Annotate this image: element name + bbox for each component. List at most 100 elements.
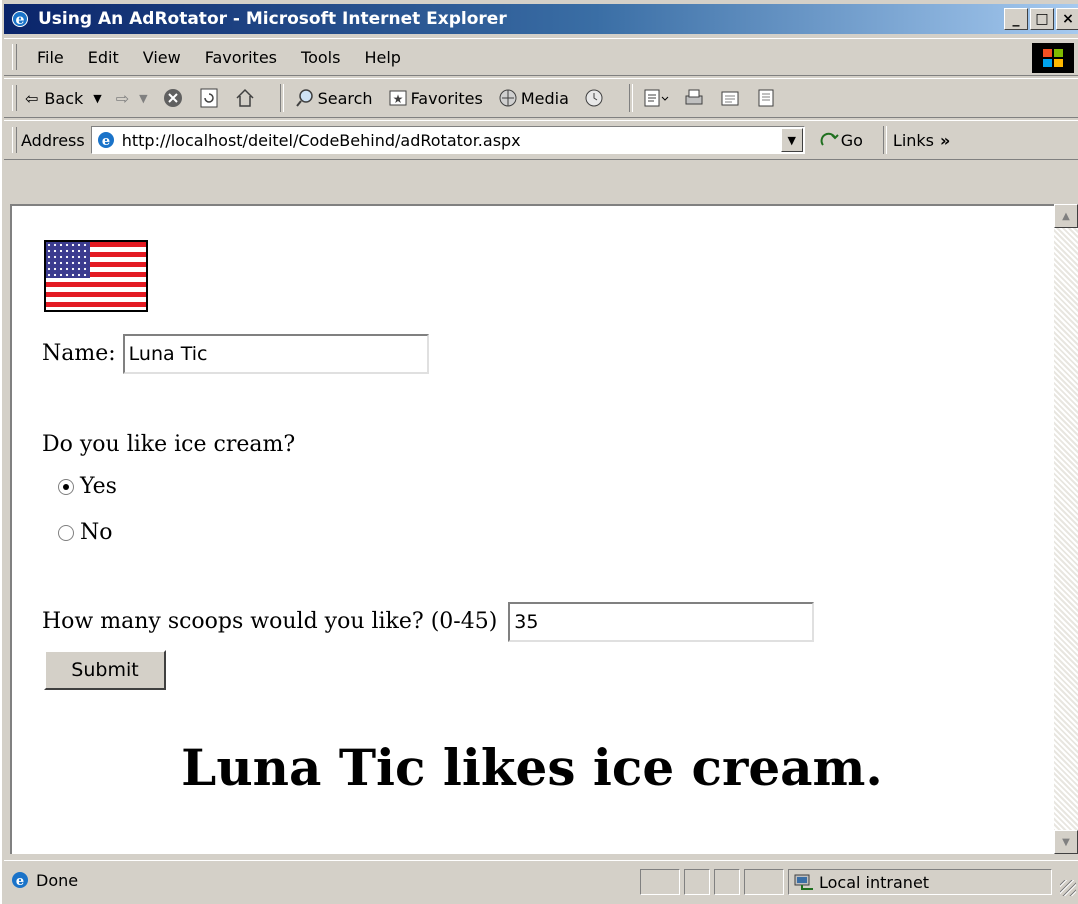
stop-button[interactable] (162, 87, 184, 109)
menu-file[interactable]: File (25, 48, 76, 67)
menu-favorites[interactable]: Favorites (193, 48, 289, 67)
minimize-button[interactable]: _ (1004, 8, 1028, 30)
print-button[interactable] (683, 87, 705, 109)
back-button[interactable]: ⇦ Back ▼ (25, 89, 102, 108)
flag-canton (46, 242, 90, 278)
media-label: Media (520, 88, 569, 108)
address-url: http://localhost/deitel/CodeBehind/adRot… (121, 130, 521, 150)
edit-icon (721, 91, 739, 106)
menu-tools[interactable]: Tools (289, 48, 352, 67)
status-pane (684, 869, 710, 895)
favorites-label: Favorites (410, 88, 483, 108)
menu-edit[interactable]: Edit (76, 48, 131, 67)
stop-icon (163, 89, 182, 107)
address-input[interactable]: e http://localhost/deitel/CodeBehind/adR… (90, 126, 805, 154)
vertical-scrollbar[interactable]: ▲ ▼ (1054, 204, 1078, 854)
favorites-icon: ★ (389, 90, 407, 106)
name-label: Name: (42, 341, 116, 366)
zone-pane: Local intranet (788, 869, 1052, 895)
discuss-icon (758, 89, 774, 107)
result-message: Luna Tic likes ice cream. (181, 738, 883, 797)
radio-yes[interactable] (58, 479, 74, 495)
discuss-button[interactable] (755, 87, 777, 109)
go-button[interactable]: Go (819, 130, 863, 150)
status-bar: e Done Local intranet (4, 860, 1078, 900)
us-flag-ad-image[interactable] (44, 240, 148, 312)
search-label: Search (317, 88, 373, 108)
svg-text:e: e (102, 134, 110, 149)
search-button[interactable]: Search (294, 87, 373, 109)
forward-button[interactable]: ⇨ ▼ (116, 89, 148, 108)
arrow-down-icon: ▼ (1062, 836, 1070, 848)
history-button[interactable] (583, 87, 605, 109)
page-content: Name: Do you like ice cream? Yes No How … (10, 204, 1054, 854)
question-text: Do you like ice cream? (42, 432, 296, 457)
maximize-button[interactable]: □ (1030, 8, 1054, 30)
browser-window: e Using An AdRotator - Microsoft Interne… (0, 0, 1078, 904)
address-bar: Address e http://localhost/deitel/CodeBe… (4, 120, 1078, 160)
title-bar[interactable]: e Using An AdRotator - Microsoft Interne… (4, 4, 1078, 34)
scroll-up-button[interactable]: ▲ (1054, 204, 1078, 228)
links-button[interactable]: Links (893, 131, 934, 150)
close-icon: × (1062, 11, 1074, 27)
status-text: Done (36, 870, 79, 890)
ie-logo-icon: e (12, 11, 28, 28)
name-row: Name: (42, 334, 429, 374)
back-arrow-icon: ⇦ (25, 88, 39, 108)
history-icon (585, 89, 603, 107)
menu-view[interactable]: View (131, 48, 193, 67)
radio-yes-option[interactable]: Yes (58, 474, 117, 499)
radio-no-label: No (80, 520, 113, 545)
refresh-button[interactable] (198, 87, 220, 109)
resize-grip[interactable] (1060, 880, 1076, 896)
windows-logo-icon (1032, 43, 1074, 73)
scoops-row: How many scoops would you like? (0-45) (42, 602, 815, 642)
chevron-down-icon: ▼ (787, 133, 796, 147)
media-icon (499, 89, 517, 107)
address-dropdown-button[interactable]: ▼ (780, 128, 803, 152)
content-frame (4, 196, 1078, 204)
svg-text:e: e (16, 874, 24, 889)
back-label: Back (44, 88, 84, 108)
scroll-down-button[interactable]: ▼ (1054, 830, 1078, 854)
print-icon (685, 89, 703, 105)
status-pane (640, 869, 680, 895)
status-text-area: e Done (10, 870, 78, 890)
addressbar-grip[interactable] (12, 127, 17, 153)
arrow-up-icon: ▲ (1062, 210, 1070, 222)
refresh-icon (200, 88, 218, 108)
menu-bar: File Edit View Favorites Tools Help (4, 38, 1078, 76)
zone-text: Local intranet (819, 872, 930, 892)
intranet-icon (794, 874, 813, 890)
home-button[interactable] (234, 87, 256, 109)
radio-no[interactable] (58, 525, 74, 541)
links-more-icon[interactable]: » (940, 131, 950, 150)
mail-button[interactable] (643, 87, 669, 109)
menu-help[interactable]: Help (352, 48, 412, 67)
toolbar-grip[interactable] (12, 85, 17, 111)
radio-yes-label: Yes (80, 474, 117, 499)
submit-button[interactable]: Submit (44, 650, 166, 690)
radio-no-option[interactable]: No (58, 520, 113, 545)
forward-dropdown-icon[interactable]: ▼ (139, 92, 147, 105)
go-arrow-icon (820, 132, 839, 146)
name-input[interactable] (122, 334, 429, 374)
media-button[interactable]: Media (497, 87, 569, 109)
status-pane (744, 869, 784, 895)
go-label: Go (840, 130, 863, 150)
svg-text:e: e (16, 12, 25, 28)
scoops-input[interactable] (508, 602, 815, 642)
toolbar-separator (279, 84, 284, 112)
standard-toolbar: ⇦ Back ▼ ⇨ ▼ Search ★ Favorites Media (4, 78, 1078, 118)
home-icon (236, 88, 254, 107)
menubar-grip[interactable] (12, 44, 17, 70)
edit-button[interactable] (719, 87, 741, 109)
close-button[interactable]: × (1056, 8, 1078, 30)
page-icon: e (97, 132, 114, 149)
scoops-label: How many scoops would you like? (0-45) (42, 609, 498, 634)
favorites-button[interactable]: ★ Favorites (387, 87, 483, 109)
forward-arrow-icon: ⇨ (115, 88, 130, 108)
mail-icon (644, 89, 669, 107)
page-done-icon: e (12, 872, 28, 889)
back-dropdown-icon[interactable]: ▼ (93, 92, 101, 105)
